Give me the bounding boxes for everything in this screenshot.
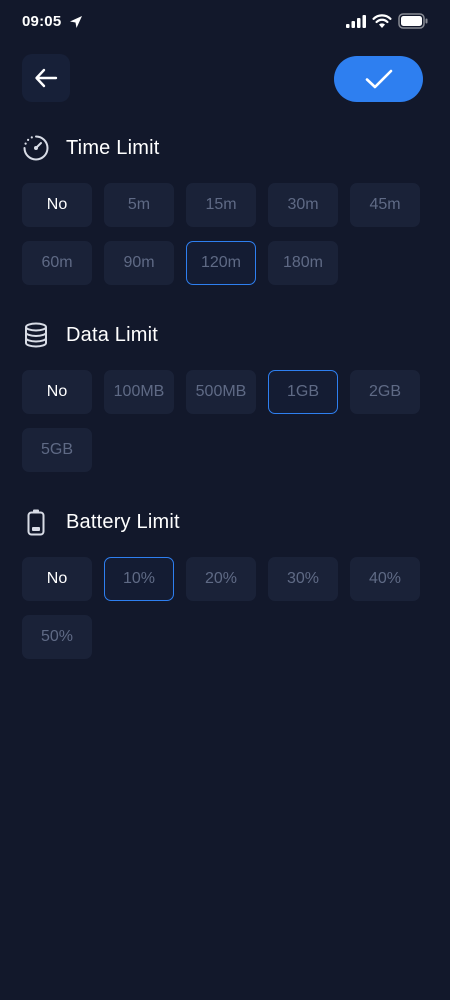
phone-battery-icon bbox=[398, 13, 428, 29]
data-limit-header: Data Limit bbox=[22, 320, 158, 350]
time-limit-option-15m[interactable]: 15m bbox=[186, 183, 256, 227]
time-limit-options: No 5m 15m 30m 45m 60m 90m 120m 180m bbox=[22, 183, 428, 285]
battery-limit-option-40pct[interactable]: 40% bbox=[350, 557, 420, 601]
back-button[interactable] bbox=[22, 54, 70, 102]
status-bar: 09:05 bbox=[0, 0, 450, 44]
time-limit-option-30m[interactable]: 30m bbox=[268, 183, 338, 227]
arrow-left-icon bbox=[35, 68, 58, 88]
location-arrow-icon bbox=[70, 16, 82, 28]
data-limit-options: No 100MB 500MB 1GB 2GB 5GB bbox=[22, 370, 428, 472]
time-limit-option-no[interactable]: No bbox=[22, 183, 92, 227]
battery-limit-option-20pct[interactable]: 20% bbox=[186, 557, 256, 601]
time-limit-option-120m[interactable]: 120m bbox=[186, 241, 256, 285]
time-limit-title: Time Limit bbox=[66, 136, 160, 159]
data-limit-option-500mb[interactable]: 500MB bbox=[186, 370, 256, 414]
timer-icon bbox=[22, 134, 50, 162]
time-limit-option-45m[interactable]: 45m bbox=[350, 183, 420, 227]
battery-limit-option-50pct[interactable]: 50% bbox=[22, 615, 92, 659]
status-time: 09:05 bbox=[22, 13, 62, 30]
data-limit-option-5gb[interactable]: 5GB bbox=[22, 428, 92, 472]
battery-icon bbox=[22, 508, 50, 536]
time-limit-header: Time Limit bbox=[22, 133, 159, 163]
time-limit-option-180m[interactable]: 180m bbox=[268, 241, 338, 285]
data-limit-option-100mb[interactable]: 100MB bbox=[104, 370, 174, 414]
data-limit-option-no[interactable]: No bbox=[22, 370, 92, 414]
check-icon bbox=[365, 69, 392, 89]
database-icon bbox=[22, 321, 50, 349]
data-limit-title: Data Limit bbox=[66, 323, 159, 346]
battery-limit-title: Battery Limit bbox=[66, 510, 180, 533]
wifi-icon bbox=[372, 14, 392, 28]
battery-limit-option-10pct[interactable]: 10% bbox=[104, 557, 174, 601]
battery-limit-option-no[interactable]: No bbox=[22, 557, 92, 601]
data-limit-option-1gb[interactable]: 1GB bbox=[268, 370, 338, 414]
time-limit-option-5m[interactable]: 5m bbox=[104, 183, 174, 227]
data-limit-option-2gb[interactable]: 2GB bbox=[350, 370, 420, 414]
time-limit-option-90m[interactable]: 90m bbox=[104, 241, 174, 285]
battery-limit-option-30pct[interactable]: 30% bbox=[268, 557, 338, 601]
time-limit-option-60m[interactable]: 60m bbox=[22, 241, 92, 285]
battery-limit-header: Battery Limit bbox=[22, 507, 180, 537]
cellular-signal-icon bbox=[346, 15, 366, 28]
battery-limit-options: No 10% 20% 30% 40% 50% bbox=[22, 557, 428, 659]
confirm-button[interactable] bbox=[334, 56, 423, 102]
